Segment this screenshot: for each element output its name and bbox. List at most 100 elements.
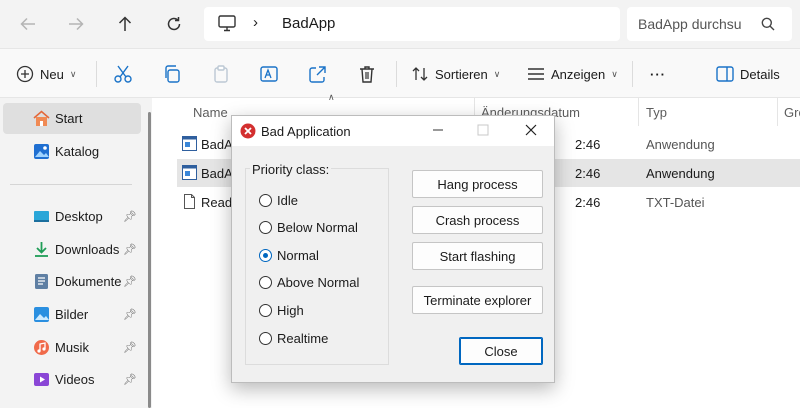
sidebar-item-katalog[interactable]: Katalog	[3, 136, 141, 167]
radio-indicator[interactable]	[259, 275, 272, 289]
sidebar-item-label: Downloads	[55, 242, 120, 257]
videos-folder-icon	[34, 373, 49, 386]
radio-indicator[interactable]	[259, 193, 272, 207]
copy-button[interactable]	[162, 63, 182, 85]
more-options-button[interactable]: ···	[650, 63, 666, 85]
forward-button[interactable]	[64, 12, 88, 36]
paste-button[interactable]	[211, 63, 231, 85]
rename-button[interactable]	[259, 63, 279, 85]
file-date: 2:46	[575, 195, 601, 210]
radio-indicator[interactable]	[259, 220, 272, 234]
breadcrumb-chevron-icon: ›	[253, 14, 258, 31]
documents-folder-icon	[35, 274, 48, 289]
breadcrumb-badapp[interactable]: BadApp	[282, 15, 335, 32]
pictures-folder-icon	[34, 307, 49, 322]
music-folder-icon	[34, 340, 49, 355]
share-button[interactable]	[308, 63, 328, 85]
search-box[interactable]: BadApp durchsu	[627, 7, 792, 41]
radio-indicator-selected[interactable]	[259, 248, 272, 262]
scissors-icon	[114, 65, 132, 83]
chevron-down-icon: ∨	[69, 68, 77, 79]
pin-icon[interactable]: 📌︎	[123, 243, 137, 256]
close-button[interactable]: Close	[459, 337, 543, 365]
radio-label: Above Normal	[277, 274, 360, 290]
new-button[interactable]: Neu ∨	[16, 63, 76, 85]
more-icon: ···	[650, 66, 666, 82]
copy-icon	[165, 65, 180, 83]
sort-button[interactable]: Sortieren ∨	[411, 63, 500, 85]
crash-process-button[interactable]: Crash process	[412, 206, 543, 234]
new-label: Neu	[40, 66, 64, 82]
dialog-title: Bad Application	[261, 124, 351, 139]
maximize-icon	[477, 124, 489, 136]
up-button[interactable]	[113, 12, 137, 36]
radio-above-normal[interactable]: Above Normal	[259, 273, 359, 291]
arrow-right-icon	[69, 17, 84, 31]
back-button[interactable]	[16, 12, 40, 36]
refresh-button[interactable]	[162, 12, 186, 36]
sort-icon	[412, 67, 428, 81]
minimize-icon	[433, 129, 443, 131]
sidebar-item-start[interactable]: Start	[3, 103, 141, 134]
toolbar-divider	[632, 61, 633, 87]
sidebar-item-bilder[interactable]: Bilder 📌︎	[3, 299, 141, 330]
pin-icon[interactable]: 📌︎	[123, 275, 137, 288]
rename-icon	[260, 66, 278, 82]
pin-icon[interactable]: 📌︎	[123, 210, 137, 223]
radio-normal[interactable]: Normal	[259, 246, 319, 264]
desktop-folder-icon	[34, 211, 49, 222]
radio-label: Below Normal	[277, 219, 358, 235]
hang-process-button[interactable]: Hang process	[412, 170, 543, 198]
minimize-button[interactable]	[431, 123, 445, 137]
sidebar-item-downloads[interactable]: Downloads 📌︎	[3, 234, 141, 265]
sidebar-item-dokumente[interactable]: Dokumente 📌︎	[3, 266, 141, 297]
maximize-button[interactable]	[476, 123, 490, 137]
refresh-icon	[167, 17, 181, 31]
delete-button[interactable]	[357, 63, 377, 85]
sidebar-item-label: Katalog	[55, 144, 100, 159]
sidebar-item-label: Dokumente	[55, 274, 122, 289]
radio-indicator[interactable]	[259, 331, 272, 345]
search-input[interactable]: BadApp durchsu	[638, 16, 742, 32]
dialog-title-bar[interactable]: Bad Application	[232, 116, 554, 146]
path-box[interactable]: › BadApp	[204, 7, 620, 41]
radio-indicator[interactable]	[259, 303, 272, 317]
column-divider	[777, 98, 778, 126]
start-flashing-button[interactable]: Start flashing	[412, 242, 543, 270]
sidebar-item-musik[interactable]: Musik 📌︎	[3, 332, 141, 363]
column-header-type[interactable]: Typ	[646, 105, 667, 120]
view-button[interactable]: Anzeigen ∨	[527, 63, 618, 85]
column-header-name[interactable]: Name	[193, 105, 228, 120]
pin-icon[interactable]: 📌︎	[123, 308, 137, 321]
radio-idle[interactable]: Idle	[259, 191, 298, 209]
toolbar-divider	[396, 61, 397, 87]
close-window-button[interactable]	[524, 123, 538, 137]
radio-label: High	[277, 302, 304, 318]
radio-high[interactable]: High	[259, 301, 304, 319]
sidebar-item-videos[interactable]: Videos 📌︎	[3, 364, 141, 395]
file-date: 2:46	[575, 166, 601, 181]
sidebar-item-label: Bilder	[55, 307, 89, 322]
toolbar-divider	[96, 61, 97, 87]
pin-icon[interactable]: 📌︎	[123, 341, 137, 354]
pin-icon[interactable]: 📌︎	[123, 373, 137, 386]
close-icon	[525, 124, 537, 136]
file-type: Anwendung	[646, 166, 715, 181]
sidebar-item-desktop[interactable]: Desktop 📌︎	[3, 201, 141, 232]
sidebar-scrollbar[interactable]	[148, 112, 151, 408]
error-icon	[240, 123, 256, 139]
plus-circle-icon	[16, 65, 34, 83]
downloads-folder-icon	[35, 242, 48, 257]
details-button[interactable]: Details	[716, 63, 780, 85]
terminate-explorer-button[interactable]: Terminate explorer	[412, 286, 543, 314]
cut-button[interactable]	[113, 63, 133, 85]
computer-icon	[218, 15, 236, 32]
home-icon	[33, 110, 50, 126]
text-file-icon	[184, 194, 195, 209]
gallery-icon	[34, 144, 49, 159]
radio-realtime[interactable]: Realtime	[259, 329, 328, 347]
arrow-up-icon	[118, 16, 132, 31]
column-header-size[interactable]: Grö	[784, 105, 800, 120]
radio-below-normal[interactable]: Below Normal	[259, 218, 358, 236]
chevron-down-icon: ∨	[493, 68, 501, 79]
